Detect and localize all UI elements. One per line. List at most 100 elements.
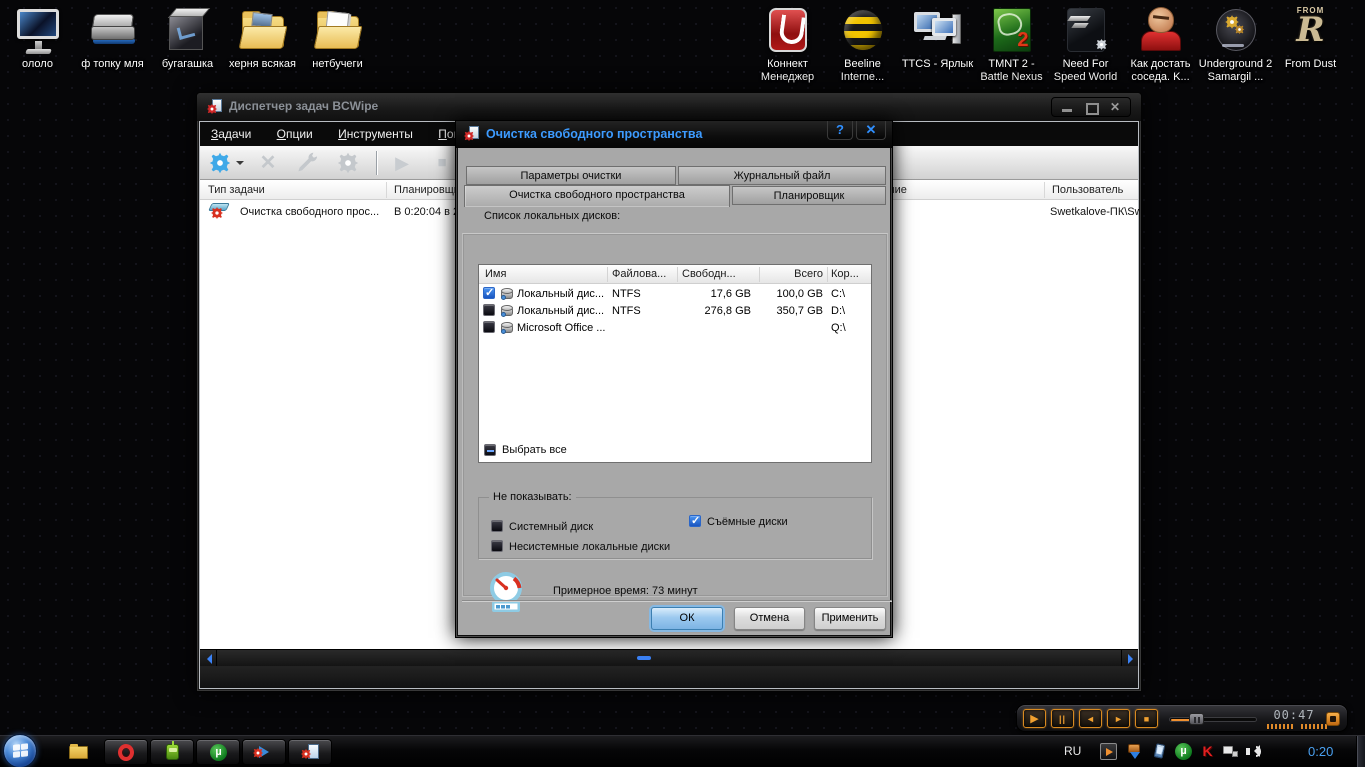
desktop-icon-bugagashka[interactable]: бугагашка: [150, 4, 225, 71]
caption-buttons: [1051, 97, 1131, 117]
desktop-icon-neighbour[interactable]: Как достать соседа. K...: [1123, 4, 1198, 84]
run-icon[interactable]: ▶: [390, 151, 414, 175]
help-icon[interactable]: ?: [827, 121, 853, 140]
utorrent-button[interactable]: µ: [196, 739, 240, 765]
local-disks-list[interactable]: Имя Файлова... Свободн... Всего Кор... Л…: [478, 264, 872, 463]
removable-disks-checkbox[interactable]: [689, 514, 701, 527]
window-titlebar[interactable]: Диспетчер задач BCWipe: [197, 93, 1141, 121]
desktop-icon-hernya[interactable]: херня всякая: [225, 4, 300, 71]
column-total[interactable]: Всего: [762, 268, 823, 280]
tab-scheduler[interactable]: Планировщик: [732, 186, 886, 205]
menu-tools[interactable]: Инструменты: [327, 122, 424, 146]
opera-button[interactable]: [104, 739, 148, 765]
ok-button[interactable]: ОК: [651, 607, 723, 630]
column-task-type[interactable]: Тип задачи: [208, 184, 265, 196]
kaspersky-icon[interactable]: K: [1199, 743, 1216, 760]
column-user[interactable]: Пользователь: [1052, 184, 1123, 196]
disk-root: Q:\: [831, 322, 846, 334]
horizontal-scrollbar[interactable]: [200, 649, 1138, 667]
disk-icon: [500, 304, 514, 317]
column-root[interactable]: Кор...: [831, 268, 859, 280]
seek-slider[interactable]: [1169, 717, 1257, 722]
column-separator[interactable]: [1044, 182, 1045, 198]
window-title: Диспетчер задач BCWipe: [229, 99, 379, 113]
volume-icon[interactable]: [1245, 743, 1262, 760]
network-icon[interactable]: [1222, 743, 1239, 760]
scrollbar-thumb[interactable]: [637, 656, 651, 660]
menu-tasks[interactable]: Задачи: [200, 122, 262, 146]
close-icon[interactable]: [1104, 100, 1126, 114]
disk-checkbox[interactable]: [483, 286, 495, 299]
maximize-icon[interactable]: [1080, 100, 1102, 115]
column-separator[interactable]: [386, 182, 387, 198]
minimize-icon[interactable]: [1056, 100, 1078, 114]
tmnt-game-icon: 2: [986, 4, 1038, 56]
disk-row-c[interactable]: Локальный дис... NTFS 17,6 GB 100,0 GB C…: [479, 286, 871, 303]
desktop-icon-underground2[interactable]: Underground 2 Samargil ...: [1198, 4, 1273, 84]
tab-free-space-wipe[interactable]: Очистка свободного пространства: [464, 185, 730, 207]
phone-icon[interactable]: [1151, 743, 1168, 760]
start-button[interactable]: [3, 734, 37, 767]
opera-icon: [118, 744, 134, 761]
play-icon[interactable]: ▶: [1023, 709, 1046, 728]
tab-log-file[interactable]: Журнальный файл: [678, 166, 886, 185]
clock[interactable]: 0:20: [1308, 744, 1354, 759]
desktop-icon-nfs-world[interactable]: Need For Speed World: [1048, 4, 1123, 84]
window-bottom-frame: [200, 666, 1138, 688]
forward-icon[interactable]: ►: [1107, 709, 1130, 728]
column-separator[interactable]: [759, 267, 760, 282]
utorrent-tray-icon[interactable]: µ: [1175, 743, 1192, 760]
desktop-icon-beeline[interactable]: Beeline Interne...: [825, 4, 900, 84]
settings-gears-icon[interactable]: [336, 151, 360, 175]
column-filesystem[interactable]: Файлова...: [612, 268, 666, 280]
task-gear-dropdown-icon[interactable]: [208, 151, 232, 175]
explorer-folder-icon[interactable]: [66, 741, 92, 763]
desktop-icon-ttcs[interactable]: TTCS - Ярлык: [900, 4, 975, 71]
system-disk-checkbox[interactable]: [491, 520, 503, 532]
stop-icon[interactable]: ■: [1135, 709, 1158, 728]
disk-checkbox[interactable]: [483, 321, 495, 333]
stop-icon[interactable]: ■: [430, 151, 454, 175]
desktop-icon-from-dust[interactable]: FROM R From Dust: [1273, 4, 1348, 71]
media-play-icon[interactable]: [1100, 743, 1117, 760]
disk-name: Локальный дис...: [517, 288, 605, 300]
nonsystem-disks-checkbox[interactable]: [491, 540, 503, 552]
disk-name: Локальный дис...: [517, 305, 605, 317]
desktop-icon-ftopku[interactable]: ф топку мля: [75, 4, 150, 71]
disk-row-d[interactable]: Локальный дис... NTFS 276,8 GB 350,7 GB …: [479, 303, 871, 320]
dialog-titlebar[interactable]: Очистка свободного пространства ? ✕: [456, 121, 892, 148]
column-separator[interactable]: [827, 267, 828, 282]
select-all-checkbox[interactable]: [484, 444, 496, 456]
column-separator[interactable]: [677, 267, 678, 282]
column-name[interactable]: Имя: [485, 268, 506, 280]
desktop-icon-ololo[interactable]: ололо: [0, 4, 75, 71]
disk-checkbox[interactable]: [483, 304, 495, 316]
desktop-icon-netbuchegi[interactable]: нетбучеги: [300, 4, 375, 71]
vu-meter-right: [1301, 724, 1329, 729]
desktop-icon-tmnt[interactable]: 2 TMNT 2 - Battle Nexus: [974, 4, 1049, 84]
slider-handle[interactable]: [1189, 713, 1204, 725]
cancel-button[interactable]: Отмена: [734, 607, 805, 630]
desktop-icon-connect-manager[interactable]: Коннект Менеджер: [750, 4, 825, 84]
disk-row-q[interactable]: Microsoft Office ... Q:\: [479, 320, 871, 337]
scroll-left-icon[interactable]: [200, 650, 217, 667]
equalizer-button-icon[interactable]: [1326, 712, 1340, 726]
pause-icon[interactable]: ||: [1051, 709, 1074, 728]
show-desktop-button[interactable]: [1356, 736, 1365, 767]
close-icon[interactable]: ✕: [856, 121, 886, 140]
language-indicator[interactable]: RU: [1064, 744, 1081, 758]
dropdown-arrow-icon[interactable]: [236, 161, 244, 169]
apply-button[interactable]: Применить: [814, 607, 886, 630]
robot-player-button[interactable]: [150, 739, 194, 765]
delete-icon[interactable]: ✕: [256, 151, 280, 175]
rewind-icon[interactable]: ◄: [1079, 709, 1102, 728]
menu-options[interactable]: Опции: [266, 122, 324, 146]
scroll-right-icon[interactable]: [1121, 650, 1138, 667]
tab-wiping-options[interactable]: Параметры очистки: [466, 166, 676, 185]
column-separator[interactable]: [607, 267, 608, 282]
column-free[interactable]: Свободн...: [682, 268, 736, 280]
download-manager-icon[interactable]: [1126, 743, 1143, 760]
bcwipe-run-button[interactable]: [242, 739, 286, 765]
wrench-icon[interactable]: [296, 151, 320, 175]
bcwipe-doc-button[interactable]: [288, 739, 332, 765]
